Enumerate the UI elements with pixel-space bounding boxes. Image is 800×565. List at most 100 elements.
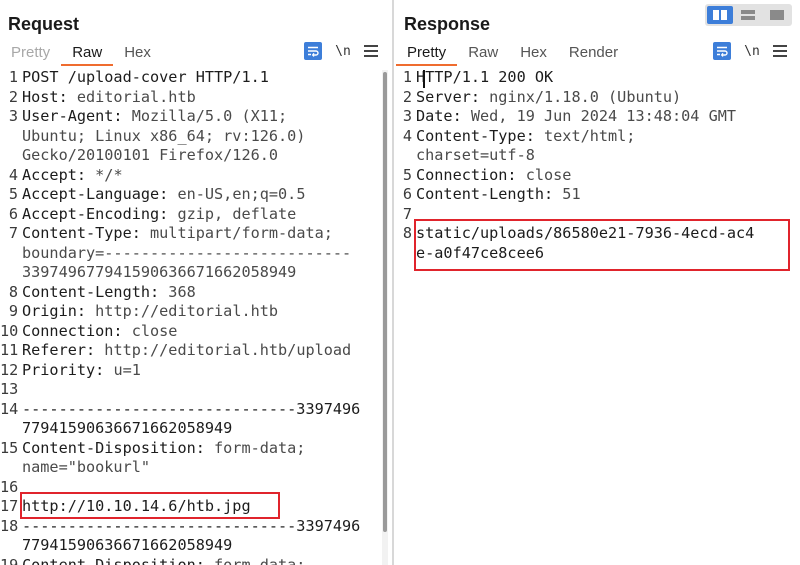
header-name: ------------------------------3397496 (22, 399, 361, 418)
line-content: Connection: close (416, 166, 571, 186)
request-tab-pretty[interactable]: Pretty (0, 40, 61, 66)
response-code-line: 5 Connection: close (394, 166, 800, 186)
stacked-layout-icon[interactable] (735, 6, 761, 24)
line-number: 11 (0, 341, 19, 359)
wrap-lines-icon[interactable] (713, 42, 731, 60)
line-number: 19 (0, 555, 19, 565)
highlight-box-upload-path (414, 219, 790, 271)
line-content: Origin: http://editorial.htb (22, 302, 278, 322)
response-code-line: 6 Content-Length: 51 (394, 185, 800, 205)
line-content: name="bookurl" (22, 458, 150, 478)
response-toolbar: \n (713, 42, 787, 60)
request-code-line: 4 Accept: */* (0, 166, 392, 186)
header-name: Content-Disposition: (22, 555, 205, 565)
line-content: POST /upload-cover HTTP/1.1 (22, 68, 269, 88)
line-number (0, 419, 22, 439)
header-value: close (516, 165, 572, 184)
line-number: 9 (8, 302, 18, 320)
line-content: ------------------------------3397496 (22, 400, 360, 420)
request-scrollbar-thumb[interactable] (383, 72, 387, 532)
hamburger-menu-icon[interactable] (364, 45, 378, 57)
response-title: Response (404, 14, 491, 34)
response-editor[interactable]: 1 HTTP/1.1 200 OK 2 Server: nginx/1.18.0 (U… (394, 68, 800, 565)
request-code-line: 5 Accept-Language: en-US,en;q=0.5 (0, 185, 392, 205)
line-content: Accept-Encoding: gzip, deflate (22, 205, 296, 225)
request-tab-hex[interactable]: Hex (113, 40, 162, 66)
header-name: 77941590636671662058949 (22, 419, 233, 437)
line-number: 3 (402, 107, 412, 125)
line-number: 7 (8, 224, 18, 242)
request-scrollbar[interactable] (382, 70, 388, 565)
request-title: Request (8, 14, 80, 34)
header-value: boundary=--------------------------- (22, 243, 352, 262)
line-number: 17 (0, 497, 19, 515)
request-code-line: 8 Content-Length: 368 (0, 283, 392, 303)
header-name: HTTP/1.1 200 OK (416, 68, 554, 86)
header-value: text/html; (534, 126, 636, 145)
response-tab-hex[interactable]: Hex (509, 40, 558, 66)
response-tab-render[interactable]: Render (558, 40, 629, 66)
show-newlines-button[interactable]: \n (743, 44, 761, 59)
request-code-line: Ubuntu; Linux x86_64; rv:126.0) (0, 127, 392, 147)
line-content: Date: Wed, 19 Jun 2024 13:48:04 GMT (416, 107, 736, 127)
request-code-line: name="bookurl" (0, 458, 392, 478)
show-newlines-button[interactable]: \n (334, 44, 352, 59)
header-name: Origin: (22, 302, 87, 320)
header-value: nginx/1.18.0 (Ubuntu) (480, 87, 682, 106)
request-code-line: 19 Content-Disposition: form-data; (0, 556, 392, 565)
side-by-side-layout-icon[interactable] (707, 6, 734, 24)
request-code-line: 77941590636671662058949 (0, 536, 392, 556)
request-code-line: 6 Accept-Encoding: gzip, deflate (0, 205, 392, 225)
line-content: Content-Length: 368 (22, 283, 196, 303)
header-value: */* (86, 165, 123, 184)
line-number: 6 (402, 185, 412, 203)
request-code-line: boundary=--------------------------- (0, 244, 392, 264)
header-name: Content-Type: (22, 224, 141, 242)
line-number: 4 (8, 165, 18, 184)
line-number: 4 (402, 126, 412, 145)
line-content: Server: nginx/1.18.0 (Ubuntu) (416, 88, 681, 108)
header-name: Priority: (22, 360, 105, 379)
single-pane-layout-icon[interactable] (764, 6, 790, 24)
line-content: Content-Type: multipart/form-data; (22, 224, 333, 244)
line-number: 2 (8, 87, 18, 106)
request-tabs: Pretty Raw Hex (0, 40, 162, 66)
wrap-lines-icon[interactable] (304, 42, 322, 60)
line-content: Connection: close (22, 322, 177, 342)
request-editor[interactable]: 1 POST /upload-cover HTTP/1.1 2 Host: edito… (0, 68, 392, 565)
header-name: ------------------------------3397496 (22, 516, 361, 535)
line-number: 1 (402, 68, 412, 86)
header-value: en-US,en;q=0.5 (168, 185, 306, 203)
request-code-line: 2 Host: editorial.htb (0, 88, 392, 108)
header-name: Referer: (22, 341, 96, 359)
request-code-line: 1 POST /upload-cover HTTP/1.1 (0, 68, 392, 88)
header-name: Content-Length: (416, 185, 554, 203)
request-code-line: 77941590636671662058949 (0, 419, 392, 439)
header-value: Gecko/20100101 Firefox/126.0 (22, 146, 279, 164)
header-name: 77941590636671662058949 (22, 536, 233, 554)
header-name: Server: (416, 87, 481, 106)
header-name: Accept-Encoding: (22, 204, 169, 223)
response-tab-pretty[interactable]: Pretty (396, 40, 458, 66)
request-tab-raw[interactable]: Raw (61, 40, 114, 66)
line-number: 8 (402, 224, 412, 242)
request-code-line: 3 User-Agent: Mozilla/5.0 (X11; (0, 107, 392, 127)
header-value: Mozilla/5.0 (X11; (122, 107, 288, 125)
header-value: close (122, 321, 178, 340)
line-number (0, 146, 22, 166)
response-tab-raw[interactable]: Raw (457, 40, 509, 66)
line-number (394, 244, 416, 264)
header-name: Content-Length: (22, 282, 160, 301)
line-number (0, 458, 22, 478)
header-value: http://editorial.htb/upload (95, 341, 352, 359)
request-panel: Request Pretty Raw Hex \n 1 POST /upload-co… (0, 0, 392, 565)
header-name: Host: (22, 87, 68, 106)
hamburger-menu-icon[interactable] (773, 45, 787, 57)
header-value: form-data; (204, 555, 306, 565)
line-number: 14 (0, 399, 19, 418)
line-number: 7 (402, 204, 412, 223)
header-name: Connection: (22, 321, 123, 340)
header-value: http://editorial.htb (86, 302, 279, 320)
header-value: multipart/form-data; (140, 224, 333, 242)
header-value: 51 (553, 185, 581, 203)
